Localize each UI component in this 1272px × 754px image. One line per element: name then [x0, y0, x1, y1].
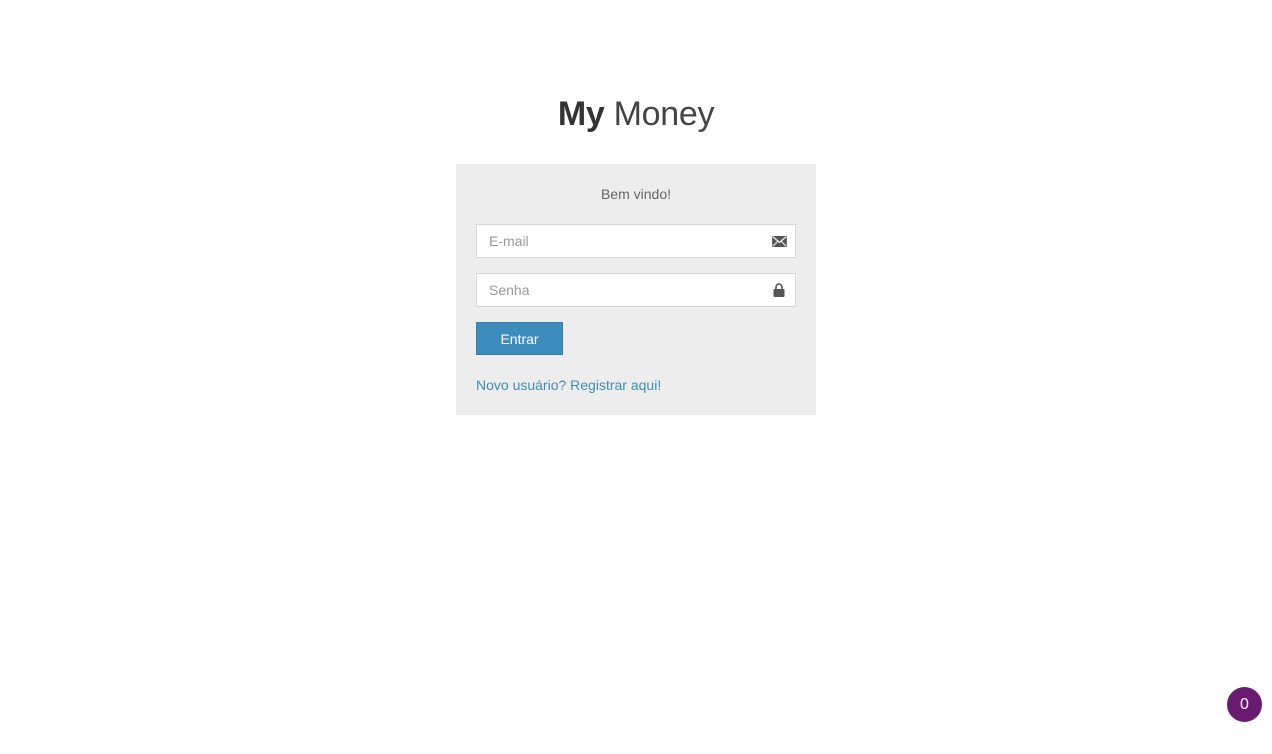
notification-badge[interactable]: 0: [1227, 687, 1262, 722]
login-message: Bem vindo!: [600, 186, 672, 202]
lock-icon: [771, 282, 787, 298]
email-input[interactable]: [476, 224, 796, 258]
login-button[interactable]: Entrar: [476, 322, 563, 355]
email-field-group: [476, 224, 796, 258]
logo-strong-text: My: [557, 95, 605, 133]
register-link[interactable]: Novo usuário? Registrar aqui!: [476, 375, 796, 395]
password-field-group: [476, 273, 796, 307]
envelope-icon: [771, 233, 787, 249]
logo-light-text: Money: [613, 95, 715, 133]
login-box: Bem vindo! Entrar Novo u: [456, 164, 816, 415]
app-logo: My Money: [0, 92, 1272, 136]
password-input[interactable]: [476, 273, 796, 307]
login-page: My Money Bem vindo! E-mail Entrar Novo u…: [0, 0, 1272, 754]
